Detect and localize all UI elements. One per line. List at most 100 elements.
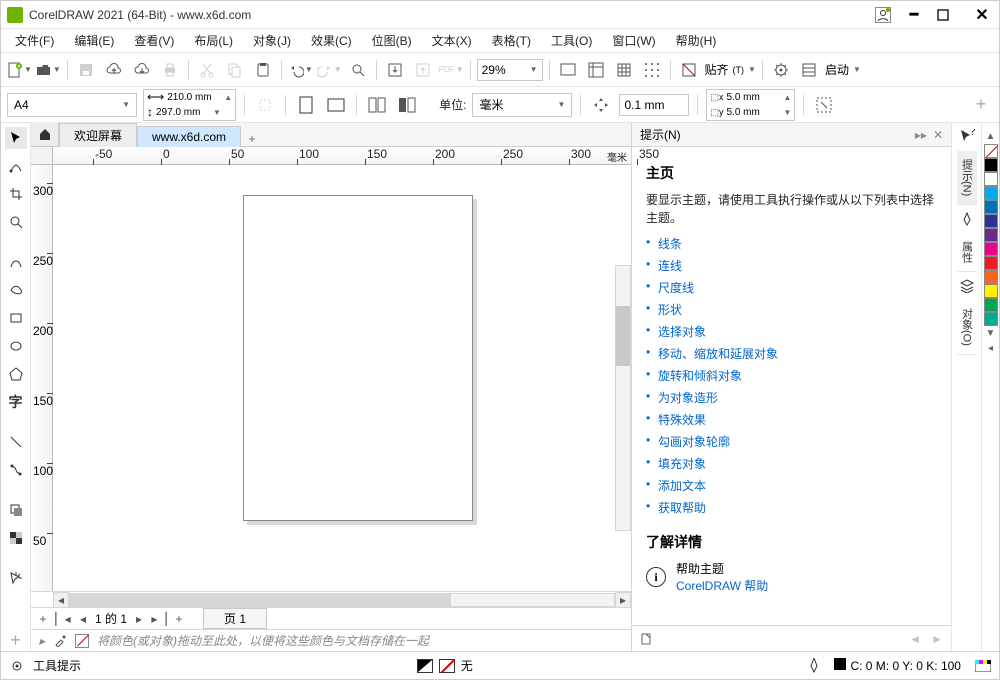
first-page-icon[interactable]: ▏◂ [55,611,71,627]
page-tab[interactable]: 页 1 [203,608,267,629]
polygon-tool-icon[interactable] [5,363,27,385]
color-swatch[interactable] [984,298,998,312]
layers-stacked-icon[interactable] [957,276,977,296]
export-button[interactable] [411,58,435,82]
auto-fit-page-icon[interactable] [253,93,277,117]
menu-help[interactable]: 帮助(H) [666,30,727,51]
user-status-icon[interactable] [875,7,891,23]
eyedropper-icon[interactable] [53,634,67,648]
docker-menu-icon[interactable] [640,632,654,646]
hint-topic-link[interactable]: 尺度线 [646,279,937,296]
hint-topic-link[interactable]: 旋转和倾斜对象 [646,367,937,384]
hint-topic-link[interactable]: 填充对象 [646,455,937,472]
palette-chevron-icon[interactable]: ▸ [39,634,45,648]
show-grid-icon[interactable] [612,58,636,82]
units-select[interactable]: 毫米▼ [472,93,572,117]
color-swatch[interactable] [984,284,998,298]
document-tab[interactable]: www.x6d.com [137,126,241,147]
hints-back-icon[interactable]: ◄ [909,632,921,646]
last-page-icon[interactable]: ▸▕ [151,611,167,627]
docker-tab-objects[interactable]: 对象(O) [957,300,977,355]
color-swatch[interactable] [984,256,998,270]
cut-button[interactable] [195,58,219,82]
portrait-button[interactable] [294,93,318,117]
fullscreen-preview-icon[interactable] [556,58,580,82]
edit-bounds-icon[interactable] [812,93,836,117]
crop-tool-icon[interactable] [5,183,27,205]
maximize-button[interactable] [937,9,959,21]
drop-shadow-icon[interactable] [5,499,27,521]
ruler-vertical[interactable]: 30025020015010050 [31,165,53,591]
color-swatch[interactable] [984,312,998,326]
hint-topic-link[interactable]: 勾画对象轮廓 [646,433,937,450]
menu-object[interactable]: 对象(J) [243,30,301,51]
palette-down-icon[interactable]: ▼ [986,326,996,341]
menu-view[interactable]: 查看(V) [124,30,184,51]
color-proof-icon[interactable] [975,660,991,672]
undo-button[interactable]: ▼ [288,62,313,78]
save-button[interactable] [74,58,98,82]
open-button[interactable]: ▼ [36,62,61,78]
layers-icon[interactable] [797,58,821,82]
horizontal-scrollbar[interactable]: ◂▸ [31,591,631,607]
pen-status-icon[interactable] [808,658,820,674]
docker-tab-properties[interactable]: 属性 [957,233,977,272]
menu-table[interactable]: 表格(T) [482,30,541,51]
menu-edit[interactable]: 编辑(E) [64,30,124,51]
color-swatch[interactable] [984,228,998,242]
hint-topic-link[interactable]: 获取帮助 [646,499,937,516]
search-button[interactable] [346,58,370,82]
palette-up-icon[interactable]: ▲ [986,129,996,144]
add-tab-button[interactable]: + [241,132,263,146]
menu-tools[interactable]: 工具(O) [541,30,602,51]
show-rulers-icon[interactable] [584,58,608,82]
palette-expand-icon[interactable]: ◂ [988,341,993,356]
ruler-corner[interactable] [31,147,53,165]
transparency-tool-icon[interactable] [5,527,27,549]
paste-button[interactable] [251,58,275,82]
minimize-button[interactable]: ━ [903,6,925,23]
zoom-tool-icon[interactable] [5,211,27,233]
menu-text[interactable]: 文本(X) [422,30,482,51]
color-swatch[interactable] [984,186,998,200]
show-guidelines-icon[interactable] [640,58,664,82]
menu-effects[interactable]: 效果(C) [301,30,362,51]
add-prop-button[interactable]: + [969,93,993,117]
hint-topic-link[interactable]: 添加文本 [646,477,937,494]
snap-to-dropdown[interactable]: 贴齐 (T)▼ [705,61,756,78]
help-pointer-icon[interactable]: ? [957,127,977,147]
hint-topic-link[interactable]: 选择对象 [646,323,937,340]
artistic-media-icon[interactable] [5,279,27,301]
snap-off-icon[interactable] [677,58,701,82]
ruler-horizontal[interactable]: -50050100150200250300350 毫米 [53,147,631,165]
options-button[interactable] [769,58,793,82]
menu-file[interactable]: 文件(F) [5,30,64,51]
shape-tool-icon[interactable] [5,155,27,177]
docker-collapse-icon[interactable]: ▸▸ [915,128,927,142]
duplicate-distance[interactable]: ⬚x▲ ⬚y▼ [706,89,795,121]
color-swatch[interactable] [984,270,998,284]
redo-button[interactable]: ▼ [317,62,342,78]
hint-topic-link[interactable]: 为对象造形 [646,389,937,406]
zoom-level-input[interactable]: ▼ [477,59,543,81]
hint-topic-link[interactable]: 特殊效果 [646,411,937,428]
rectangle-tool-icon[interactable] [5,307,27,329]
add-page-before-icon[interactable]: + [35,611,51,627]
color-swatch[interactable] [984,158,998,172]
hint-topic-link[interactable]: 连线 [646,257,937,274]
fill-indicator-icon[interactable] [417,659,433,673]
landscape-button[interactable] [324,93,348,117]
menu-layout[interactable]: 布局(L) [184,30,243,51]
freehand-tool-icon[interactable] [5,251,27,273]
publish-pdf-button[interactable]: PDF▼ [439,65,464,74]
nudge-input[interactable] [619,94,689,116]
color-swatch[interactable] [984,200,998,214]
current-page-icon[interactable] [395,93,419,117]
close-button[interactable]: ✕ [971,5,993,25]
connector-tool-icon[interactable] [5,459,27,481]
document-palette[interactable]: ▸ 将颜色(或对象)拖动至此处，以便将这些颜色与文档存储在一起 [31,629,631,651]
nofill-swatch-icon[interactable] [75,634,89,648]
text-tool-icon[interactable]: 字 [5,391,27,413]
hints-forward-icon[interactable]: ► [931,632,943,646]
new-button[interactable]: ▼ [7,62,32,78]
